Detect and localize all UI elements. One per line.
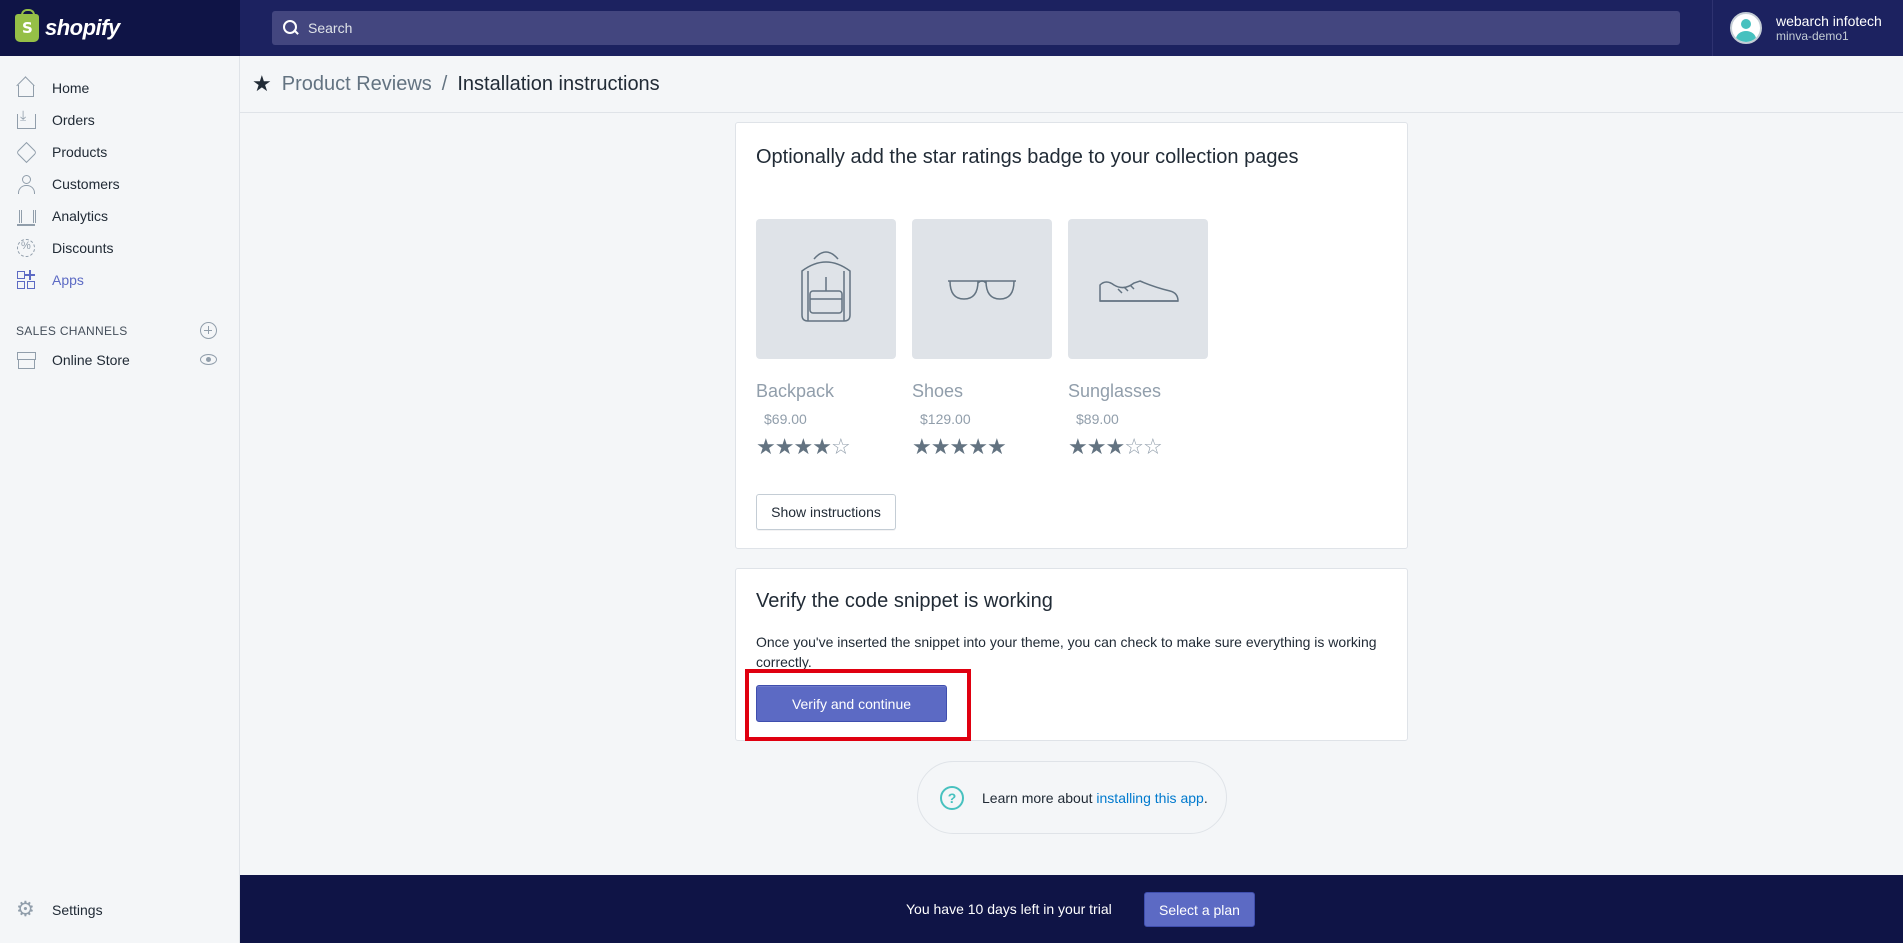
empty-star-icon: ☆	[1142, 435, 1163, 460]
star-rating: ★★★★☆	[756, 435, 896, 460]
sidebar-item-label: Orders	[52, 112, 95, 128]
sidebar-item-home[interactable]: Home	[0, 72, 239, 104]
product-name: Backpack	[756, 381, 835, 401]
sidebar-item-products[interactable]: Products	[0, 136, 239, 168]
page-title: Installation instructions	[457, 72, 660, 95]
sidebar-item-orders[interactable]: Orders	[0, 104, 239, 136]
filled-star-icon: ★	[912, 435, 932, 460]
filled-star-icon: ★	[1068, 435, 1088, 460]
sidebar-item-settings[interactable]: Settings	[0, 894, 239, 926]
shoe-icon	[1099, 280, 1179, 302]
sidebar: Home Orders Products Customers Analytics…	[0, 56, 240, 943]
backpack-icon	[801, 251, 851, 322]
product-price: $129.00	[920, 411, 971, 427]
product-preview-backpack: Backpack $69.00 ★★★★☆	[756, 219, 896, 460]
filled-star-icon: ★	[949, 435, 969, 460]
shopify-logo[interactable]: S shopify	[0, 0, 240, 56]
search-input[interactable]	[308, 20, 1608, 36]
glasses-icon	[948, 280, 1016, 300]
verify-and-continue-button[interactable]: Verify and continue	[756, 685, 947, 722]
sidebar-item-discounts[interactable]: Discounts	[0, 232, 239, 264]
product-name: Sunglasses	[1068, 381, 1162, 401]
avatar	[1730, 12, 1762, 44]
top-bar: S shopify webarch infotech minva-demo1	[0, 0, 1903, 56]
star-badge-card-title: Optionally add the star ratings badge to…	[756, 146, 1299, 168]
sales-channels-heading: SALES CHANNELS	[16, 324, 128, 338]
search-bar[interactable]	[272, 11, 1680, 45]
show-instructions-button[interactable]: Show instructions	[756, 494, 896, 530]
verify-description: Once you've inserted the snippet into yo…	[756, 634, 1377, 670]
trial-text: You have 10 days left in your trial	[906, 901, 1112, 917]
backpack-image	[756, 219, 896, 359]
gear-icon	[16, 897, 36, 921]
account-menu[interactable]: webarch infotech minva-demo1	[1712, 0, 1903, 56]
account-store: minva-demo1	[1776, 29, 1849, 43]
product-price: $89.00	[1076, 411, 1119, 427]
home-icon	[16, 78, 36, 98]
help-text: Learn more about installing this app.	[982, 789, 1208, 806]
sidebar-item-apps[interactable]: Apps	[0, 264, 239, 296]
filled-star-icon: ★	[1105, 435, 1125, 460]
select-plan-button[interactable]: Select a plan	[1144, 892, 1255, 927]
installing-app-link[interactable]: installing this app	[1096, 790, 1203, 806]
verify-snippet-card: Verify the code snippet is working Once …	[735, 568, 1408, 741]
filled-star-icon: ★	[1086, 435, 1107, 460]
filled-star-icon: ★	[986, 435, 1007, 460]
star-badge-card: Optionally add the star ratings badge to…	[735, 122, 1408, 549]
account-name: webarch infotech	[1776, 13, 1882, 29]
sidebar-item-label: Customers	[52, 176, 120, 192]
shopify-bag-icon: S	[15, 9, 39, 42]
filled-star-icon: ★	[968, 435, 988, 460]
star-icon: ★	[252, 71, 272, 97]
filled-star-icon: ★	[930, 435, 951, 460]
sidebar-item-label: Products	[52, 144, 108, 160]
breadcrumb: ★ Product Reviews / Installation instruc…	[240, 56, 1903, 113]
store-icon	[16, 350, 36, 370]
bar-chart-icon	[16, 206, 36, 226]
sidebar-item-label: Online Store	[52, 352, 130, 368]
verify-card-title: Verify the code snippet is working	[756, 590, 1053, 612]
empty-star-icon: ☆	[1124, 435, 1144, 460]
view-store-eye-icon[interactable]	[200, 354, 217, 365]
star-rating: ★★★☆☆	[1068, 435, 1208, 460]
sidebar-item-label: Analytics	[52, 208, 109, 224]
sidebar-item-label: Home	[52, 80, 90, 96]
filled-star-icon: ★	[812, 435, 832, 460]
tag-icon	[16, 142, 36, 162]
breadcrumb-parent-link[interactable]: Product Reviews	[282, 73, 432, 96]
glasses-image	[912, 219, 1052, 359]
star-rating: ★★★★★	[912, 435, 1052, 460]
help-footer: ? Learn more about installing this app.	[917, 761, 1227, 834]
product-preview-sunglasses: Sunglasses $89.00 ★★★☆☆	[1068, 219, 1208, 460]
add-channel-plus-icon[interactable]	[200, 322, 217, 339]
product-price: $69.00	[764, 411, 807, 427]
person-icon	[16, 174, 36, 194]
sidebar-item-label: Settings	[52, 902, 103, 918]
sidebar-item-customers[interactable]: Customers	[0, 168, 239, 200]
sidebar-item-label: Discounts	[52, 240, 114, 256]
search-icon	[282, 19, 300, 37]
orders-icon	[16, 107, 36, 130]
filled-star-icon: ★	[793, 435, 813, 460]
filled-star-icon: ★	[774, 435, 795, 460]
question-circle-icon: ?	[940, 785, 964, 810]
breadcrumb-separator: /	[441, 72, 448, 95]
logo-text: shopify	[45, 15, 120, 40]
discount-icon	[16, 238, 36, 258]
product-preview-shoes: Shoes $129.00 ★★★★★	[912, 219, 1052, 460]
sidebar-item-label: Apps	[52, 272, 84, 288]
trial-banner: You have 10 days left in your trial Sele…	[240, 875, 1903, 943]
product-name: Shoes	[912, 381, 964, 401]
empty-star-icon: ☆	[830, 435, 851, 460]
apps-icon	[16, 270, 36, 290]
sidebar-item-analytics[interactable]: Analytics	[0, 200, 239, 232]
filled-star-icon: ★	[756, 435, 776, 460]
shoe-image	[1068, 219, 1208, 359]
